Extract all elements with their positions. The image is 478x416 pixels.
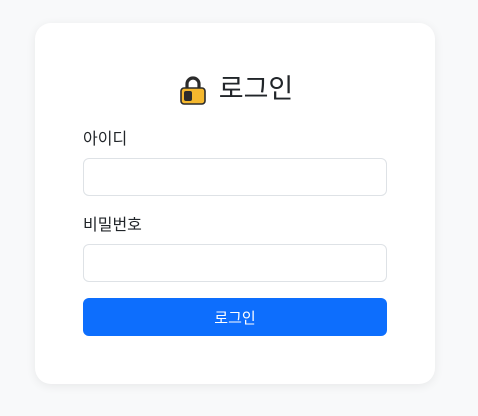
login-button[interactable]: 로그인 [83,298,387,336]
lock-icon [177,74,209,106]
password-label: 비밀번호 [83,215,142,234]
login-card: 로그인 아이디 비밀번호 로그인 [35,23,435,384]
page-title: 로그인 [218,74,294,105]
id-label: 아이디 [83,129,128,148]
login-header: 로그인 [35,73,435,107]
password-input[interactable] [83,244,387,282]
id-input[interactable] [83,158,387,196]
